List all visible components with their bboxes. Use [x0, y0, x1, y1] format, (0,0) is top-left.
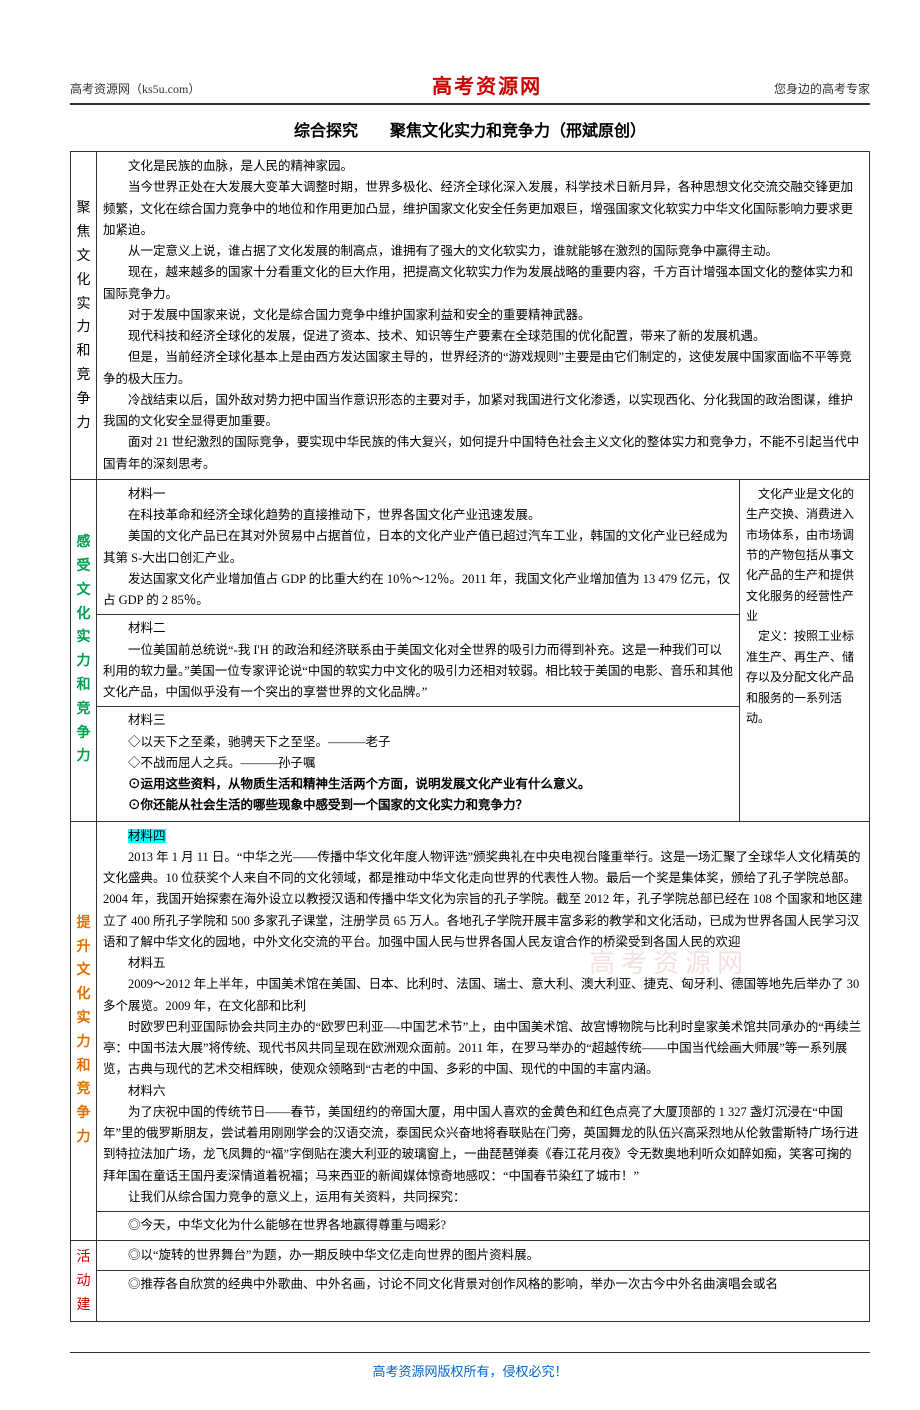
- material-1-title: 材料一: [103, 484, 733, 505]
- section-1-label: 聚焦文化实力和竞争力: [71, 152, 97, 479]
- para: 在科技革命和经济全球化趋势的直接推动下，世界各国文化产业迅速发展。: [103, 505, 733, 526]
- material-6-title: 材料六: [103, 1081, 863, 1102]
- activity-line: ◎推荐各自欣赏的经典中外歌曲、中外名画，讨论不同文化背景对创作风格的影响，举办一…: [103, 1274, 863, 1295]
- para: 一位美国前总统说“-我 I'H 的政治和经济联系由于美国文化对全世界的吸引力而得…: [103, 640, 733, 704]
- quote-line: ◇以天下之至柔，驰骋天下之至坚。———老子: [103, 732, 733, 753]
- main-table: 聚焦文化实力和竞争力 文化是民族的血脉，是人民的精神家园。 当今世界正处在大发展…: [70, 151, 870, 1322]
- header-left: 高考资源网（ks5u.com）: [70, 80, 200, 97]
- divider: [97, 706, 739, 707]
- para: 但是，当前经济全球化基本上是由西方发达国家主导的，世界经济的“游戏规则”主要是由…: [103, 347, 863, 390]
- page-footer: 高考资源网版权所有，侵权必究！: [70, 1352, 870, 1380]
- para: 从一定意义上说，谁占据了文化发展的制高点，谁拥有了强大的文化软实力，谁就能够在激…: [103, 241, 863, 262]
- section-1-row: 聚焦文化实力和竞争力 文化是民族的血脉，是人民的精神家园。 当今世界正处在大发展…: [71, 152, 869, 480]
- activity-line: ◎以“旋转的世界舞台”为题，办一期反映中华文亿走向世界的图片资料展。: [103, 1245, 863, 1266]
- para: 当今世界正处在大发展大变革大调整时期，世界多极化、经济全球化深入发展，科学技术日…: [103, 177, 863, 241]
- quote-line: ◇不战而屈人之兵。———孙子嘱: [103, 753, 733, 774]
- divider: [97, 614, 739, 615]
- para: 现代科技和经济全球化的发展，促进了资本、技术、知识等生产要素在全球范围的优化配置…: [103, 326, 863, 347]
- page-header: 高考资源网（ks5u.com） 高考资源网 您身边的高考专家: [70, 70, 870, 99]
- para: 时欧罗巴利亚国际协会共同主办的“欧罗巴利亚—-中国艺术节”上，由中国美术馆、故宫…: [103, 1017, 863, 1081]
- document-title: 综合探究 聚焦文化实力和竞争力（邢斌原创）: [70, 117, 870, 141]
- header-right: 您身边的高考专家: [774, 80, 870, 97]
- para: 2013 年 1 月 11 日。“中华之光——传播中华文化年度人物评选”颁奖典礼…: [103, 847, 863, 953]
- question-3: ◎今天，中华文化为什么能够在世界各地赢得尊重与喝彩?: [103, 1215, 863, 1236]
- discuss-intro: 让我们从综合国力竞争的意义上，运用有关资料，共同探究：: [103, 1187, 863, 1208]
- para: 发达国家文化产业增加值占 GDP 的比重大约在 10％～12％。2011 年，我…: [103, 569, 733, 612]
- section-3-label: 提升文化实力和竞争力: [71, 822, 97, 1241]
- material-5-title: 材料五: [103, 953, 863, 974]
- section-2-label: 感受文化实力和竞争力: [71, 480, 97, 821]
- divider: [97, 1211, 869, 1212]
- header-rule: [70, 103, 870, 105]
- para: 为了庆祝中国的传统节日——春节，美国纽约的帝国大厦，用中国人喜欢的金黄色和红色点…: [103, 1102, 863, 1187]
- section-2-row: 感受文化实力和竞争力 材料一 在科技革命和经济全球化趋势的直接推动下，世界各国文…: [71, 480, 869, 822]
- side-para: 文化产业是文化的生产交换、消费进入市场体系，由市场调节的产物包括从事文化产品的生…: [746, 484, 863, 627]
- para: 美国的文化产品已在其对外贸易中占据首位，日本的文化产业产值已超过汽车工业，韩国的…: [103, 526, 733, 569]
- section-2-sidebar: 文化产业是文化的生产交换、消费进入市场体系，由市场调节的产物包括从事文化产品的生…: [739, 480, 869, 821]
- section-4-content: ◎以“旋转的世界舞台”为题，办一期反映中华文亿走向世界的图片资料展。 ◎推荐各自…: [97, 1241, 869, 1320]
- para: 对于发展中国家来说，文化是综合国力竞争中维护国家利益和安全的重要精神武器。: [103, 305, 863, 326]
- para: 冷战结束以后，国外敌对势力把中国当作意识形态的主要对手，加紧对我国进行文化渗透，…: [103, 390, 863, 433]
- section-4-label: 活动建: [71, 1241, 97, 1320]
- section-4-row: 活动建 ◎以“旋转的世界舞台”为题，办一期反映中华文亿走向世界的图片资料展。 ◎…: [71, 1241, 869, 1320]
- para: 文化是民族的血脉，是人民的精神家园。: [103, 156, 863, 177]
- para: 面对 21 世纪激烈的国际竞争，要实现中华民族的伟大复兴，如何提升中国特色社会主…: [103, 432, 863, 475]
- material-3-title: 材料三: [103, 710, 733, 731]
- section-3-content: 材料四 2013 年 1 月 11 日。“中华之光——传播中华文化年度人物评选”…: [97, 822, 869, 1241]
- header-logo-text: 高考资源网: [432, 70, 542, 99]
- page: 高考资源网（ks5u.com） 高考资源网 您身边的高考专家 综合探究 聚焦文化…: [0, 0, 920, 1410]
- material-2-title: 材料二: [103, 618, 733, 639]
- section-3-row: 提升文化实力和竞争力 材料四 2013 年 1 月 11 日。“中华之光——传播…: [71, 822, 869, 1242]
- question-1: ⊙运用这些资料，从物质生活和精神生活两个方面，说明发展文化产业有什么意义。: [103, 774, 733, 795]
- side-para: 定义：按照工业标准生产、再生产、储存以及分配文化产品和服务的一系列活动。: [746, 626, 863, 728]
- material-4-title: 材料四: [103, 826, 863, 847]
- divider: [97, 1270, 869, 1271]
- question-2: ⊙你还能从社会生活的哪些现象中感受到一个国家的文化实力和竞争力？: [103, 795, 733, 816]
- section-1-content: 文化是民族的血脉，是人民的精神家园。 当今世界正处在大发展大变革大调整时期，世界…: [97, 152, 869, 479]
- para: 现在，越来越多的国家十分看重文化的巨大作用，把提高文化软实力作为发展战略的重要内…: [103, 262, 863, 305]
- section-2-content: 材料一 在科技革命和经济全球化趋势的直接推动下，世界各国文化产业迅速发展。 美国…: [97, 480, 739, 821]
- para: 2009～2012 年上半年，中国美术馆在美国、日本、比利时、法国、瑞士、意大利…: [103, 974, 863, 1017]
